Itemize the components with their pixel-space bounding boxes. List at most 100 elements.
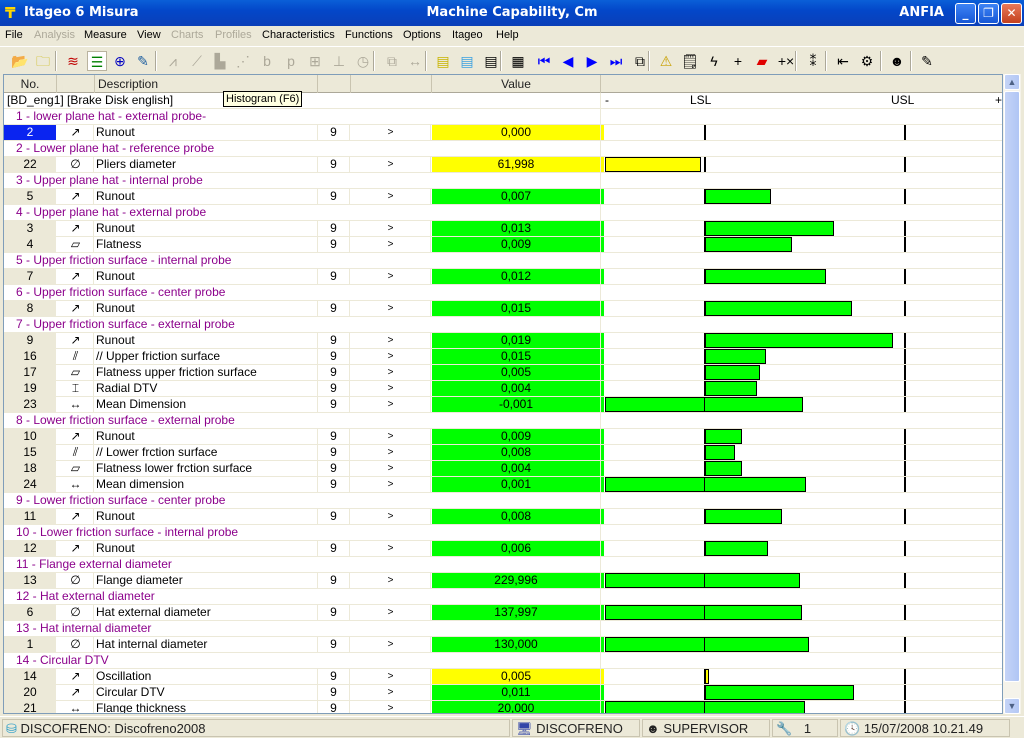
header-value[interactable]: Value: [432, 75, 601, 93]
characteristic-row[interactable]: 18 ▱ Flatness lower frction surface 9 >0,004: [4, 461, 1002, 477]
red-bookmark-icon[interactable]: ▰: [752, 51, 772, 71]
menu-view[interactable]: View: [137, 29, 161, 41]
menu-profiles[interactable]: Profiles: [215, 29, 252, 41]
row-number[interactable]: 15: [4, 445, 57, 460]
row-number[interactable]: 2: [4, 125, 57, 140]
first-record-icon[interactable]: ⏮: [534, 51, 554, 71]
characteristic-row[interactable]: 8 ↗ Runout 9 >0,015: [4, 301, 1002, 317]
regression-icon[interactable]: ⟋: [187, 51, 207, 71]
characteristic-row[interactable]: 15 ⫽// Lower frction surface 9 >0,008: [4, 445, 1002, 461]
group-header[interactable]: 10 - Lower friction surface - internal p…: [4, 525, 601, 541]
characteristic-row[interactable]: 13 ∅ Flange diameter 9 >229,996: [4, 573, 1002, 589]
crosshair-icon[interactable]: ⊕: [110, 51, 130, 71]
row-number[interactable]: 23: [4, 397, 57, 412]
characteristic-row[interactable]: 20 ↗ Circular DTV 9 >0,011: [4, 685, 1002, 701]
header-symbol[interactable]: [58, 75, 95, 93]
group-header[interactable]: 5 - Upper friction surface - internal pr…: [4, 253, 601, 269]
clock-chart-icon[interactable]: ◷: [353, 51, 373, 71]
characteristic-row[interactable]: 19 ⌶ Radial DTV 9 >0,004: [4, 381, 1002, 397]
menu-measure[interactable]: Measure: [84, 29, 127, 41]
last-record-icon[interactable]: ⏭: [606, 51, 626, 71]
notepad-icon[interactable]: 🗒: [680, 51, 700, 71]
header-n[interactable]: [318, 75, 351, 93]
group-header[interactable]: 4 - Upper plane hat - external probe: [4, 205, 601, 221]
open-folder-icon[interactable]: 📂: [10, 51, 30, 71]
group-header[interactable]: 8 - Lower friction surface - external pr…: [4, 413, 601, 429]
menu-help[interactable]: Help: [496, 29, 519, 41]
group-header[interactable]: 1 - lower plane hat - external probe-: [4, 109, 601, 125]
close-button[interactable]: ✕: [1001, 3, 1022, 24]
chart-list-icon[interactable]: ≋: [63, 51, 83, 71]
characteristic-row[interactable]: 2 ↗ Runout 9 >0,000: [4, 125, 1002, 141]
characteristic-row[interactable]: 16 ⫽// Upper friction surface 9 >0,015: [4, 349, 1002, 365]
row-number[interactable]: 9: [4, 333, 57, 348]
scroll-thumb[interactable]: [1004, 91, 1020, 682]
boxplot-icon[interactable]: ⊥: [329, 51, 349, 71]
row-number[interactable]: 21: [4, 701, 57, 713]
row-number[interactable]: 22: [4, 157, 57, 172]
operator-icon[interactable]: ☻: [887, 51, 907, 71]
minimize-button[interactable]: _: [955, 3, 976, 24]
restore-button[interactable]: ❐: [978, 3, 999, 24]
characteristic-row[interactable]: 9 ↗ Runout 9 >0,019: [4, 333, 1002, 349]
characteristic-row[interactable]: 1 ∅ Hat internal diameter 9 >130,000: [4, 637, 1002, 653]
characteristic-row[interactable]: 23 ↔ Mean Dimension 9 > -0,001: [4, 397, 1002, 413]
p-chart-icon[interactable]: p: [281, 51, 301, 71]
histogram-view-icon[interactable]: ☰: [87, 51, 107, 71]
characteristic-row[interactable]: 21 ↔ Flange thickness 9 >20,000: [4, 701, 1002, 713]
characteristic-row[interactable]: 5 ↗ Runout 9 >0,007: [4, 189, 1002, 205]
characteristic-row[interactable]: 14 ↗ Oscillation 9 >0,005: [4, 669, 1002, 685]
characteristic-row[interactable]: 17 ▱ Flatness upper friction surface 9 >0,00…: [4, 365, 1002, 381]
range-icon[interactable]: ↔: [405, 51, 425, 71]
row-number[interactable]: 14: [4, 669, 57, 684]
pages-icon[interactable]: ⧉: [630, 51, 650, 71]
row-number[interactable]: 8: [4, 301, 57, 316]
menu-characteristics[interactable]: Characteristics: [262, 29, 335, 41]
characteristic-row[interactable]: 7 ↗ Runout 9 >0,012: [4, 269, 1002, 285]
align-icon[interactable]: ⇤: [833, 51, 853, 71]
control-chart-icon[interactable]: ⊞: [305, 51, 325, 71]
characteristic-row[interactable]: 12 ↗ Runout 9 >0,006: [4, 541, 1002, 557]
menu-file[interactable]: File: [5, 29, 23, 41]
b-chart-icon[interactable]: b: [257, 51, 277, 71]
row-number[interactable]: 20: [4, 685, 57, 700]
note-white-icon[interactable]: ▤: [481, 51, 501, 71]
row-number[interactable]: 1: [4, 637, 57, 652]
characteristic-row[interactable]: 6 ∅ Hat external diameter 9 >137,997: [4, 605, 1002, 621]
flash-list-icon[interactable]: ϟ: [704, 51, 724, 71]
previous-record-icon[interactable]: ◀: [558, 51, 578, 71]
row-number[interactable]: 11: [4, 509, 57, 524]
scroll-down-button[interactable]: ▼: [1004, 698, 1020, 714]
copy-chart-icon[interactable]: ⧉: [382, 51, 402, 71]
group-header[interactable]: 7 - Upper friction surface - external pr…: [4, 317, 601, 333]
characteristic-row[interactable]: 24 ↔ Mean dimension 9 >0,001: [4, 477, 1002, 493]
row-number[interactable]: 7: [4, 269, 57, 284]
group-header[interactable]: 9 - Lower friction surface - center prob…: [4, 493, 601, 509]
scatter-icon[interactable]: ⋰: [233, 51, 253, 71]
menu-itageo[interactable]: Itageo: [452, 29, 483, 41]
note-blue-icon[interactable]: ▤: [457, 51, 477, 71]
group-header[interactable]: 13 - Hat internal diameter: [4, 621, 601, 637]
characteristic-row[interactable]: 11 ↗ Runout 9 >0,008: [4, 509, 1002, 525]
row-number[interactable]: 19: [4, 381, 57, 396]
row-number[interactable]: 5: [4, 189, 57, 204]
warning-icon[interactable]: ⚠: [656, 51, 676, 71]
settings-tools-icon[interactable]: ⚙: [857, 51, 877, 71]
header-histogram[interactable]: [601, 75, 1002, 93]
row-number[interactable]: 17: [4, 365, 57, 380]
menu-options[interactable]: Options: [403, 29, 441, 41]
properties-icon[interactable]: ✎: [917, 51, 937, 71]
characteristic-row[interactable]: 22 ∅ Pliers diameter 9 >61,998: [4, 157, 1002, 173]
group-header[interactable]: 12 - Hat external diameter: [4, 589, 601, 605]
group-header[interactable]: 11 - Flange external diameter: [4, 557, 601, 573]
open-table-icon[interactable]: ▦: [508, 51, 528, 71]
menu-analysis[interactable]: Analysis: [34, 29, 75, 41]
row-number[interactable]: 18: [4, 461, 57, 476]
row-number[interactable]: 13: [4, 573, 57, 588]
bar-chart-icon[interactable]: ▙: [210, 51, 230, 71]
note-yellow-icon[interactable]: ▤: [433, 51, 453, 71]
plus-times-icon[interactable]: +×: [776, 51, 796, 71]
folder-icon[interactable]: 🗀: [33, 51, 53, 71]
plus-cross-icon[interactable]: +: [728, 51, 748, 71]
menu-charts[interactable]: Charts: [171, 29, 203, 41]
